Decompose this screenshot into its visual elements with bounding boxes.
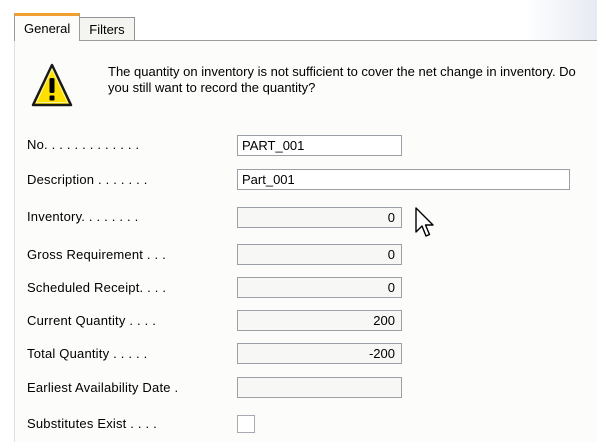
no-field[interactable]: PART_001 [237, 135, 402, 156]
current-quantity-field[interactable]: 200 [237, 310, 402, 331]
tab-filters[interactable]: Filters [79, 17, 135, 41]
substitutes-exist-label: Substitutes Exist . . . . [27, 416, 157, 431]
earliest-availability-date-field[interactable] [237, 377, 402, 398]
description-field[interactable]: Part_001 [237, 169, 570, 190]
earliest-availability-date-label: Earliest Availability Date . [27, 380, 179, 395]
substitutes-exist-checkbox[interactable] [237, 415, 255, 433]
warning-message: The quantity on inventory is not suffici… [108, 64, 576, 95]
item-availability-window: General Filters The quantity on inventor… [0, 0, 597, 442]
gross-requirement-label: Gross Requirement . . . [27, 247, 166, 262]
total-quantity-label: Total Quantity . . . . . [27, 346, 148, 361]
inventory-field[interactable]: 0 [237, 207, 402, 228]
total-quantity-field[interactable]: -200 [237, 343, 402, 364]
current-quantity-label: Current Quantity . . . . [27, 313, 157, 328]
description-label: Description . . . . . . . [27, 172, 148, 187]
warning-icon [31, 63, 73, 107]
gross-requirement-field[interactable]: 0 [237, 244, 402, 265]
scheduled-receipt-label: Scheduled Receipt. . . . [27, 280, 167, 295]
mouse-pointer-icon [415, 207, 434, 237]
scheduled-receipt-field[interactable]: 0 [237, 277, 402, 298]
tab-general[interactable]: General [14, 13, 81, 41]
tab-strip: General Filters [14, 13, 137, 41]
inventory-label: Inventory. . . . . . . . [27, 209, 139, 224]
no-label: No. . . . . . . . . . . . . [27, 137, 140, 152]
